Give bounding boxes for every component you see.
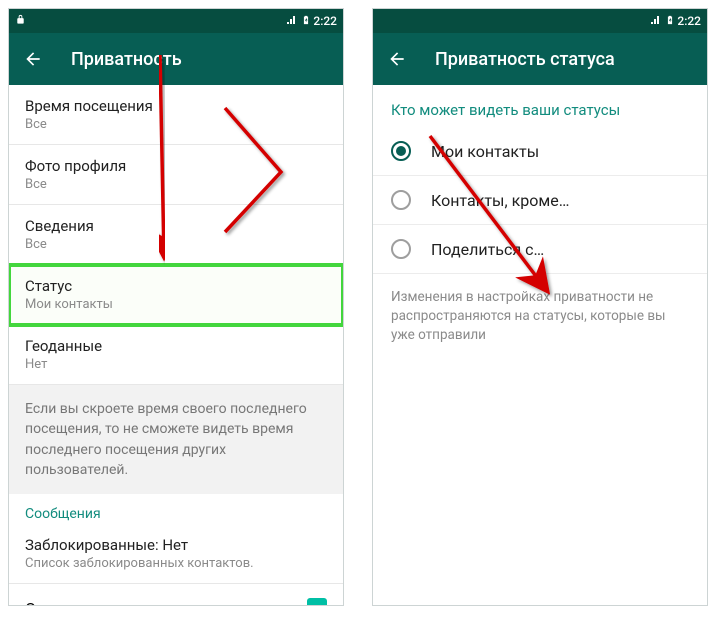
setting-value: Мои контакты — [25, 297, 327, 312]
signal-icon — [649, 14, 663, 29]
privacy-note: Изменения в настройках приватности не ра… — [373, 274, 707, 359]
checkbox-checked-icon[interactable] — [307, 598, 327, 606]
app-bar: Приватность — [9, 33, 343, 85]
setting-title: Отчеты о прочтении — [25, 599, 177, 606]
setting-row-last-seen[interactable]: Время посещения Все — [9, 85, 343, 145]
back-button[interactable] — [23, 49, 43, 69]
signal-icon — [285, 14, 299, 29]
option-my-contacts[interactable]: Мои контакты — [373, 127, 707, 176]
setting-title: Время посещения — [25, 97, 327, 115]
clock-time: 2:22 — [313, 14, 337, 28]
clock-time: 2:22 — [677, 14, 701, 28]
lock-icon — [15, 14, 26, 28]
setting-title: Фото профиля — [25, 157, 327, 175]
hint-text: Если вы скроете время своего последнего … — [9, 385, 343, 494]
app-bar: Приватность статуса — [373, 33, 707, 85]
setting-row-profile-photo[interactable]: Фото профиля Все — [9, 145, 343, 205]
setting-value: Все — [25, 237, 327, 252]
page-title: Приватность статуса — [435, 49, 615, 70]
option-contacts-except[interactable]: Контакты, кроме… — [373, 176, 707, 225]
setting-title: Заблокированные: Нет — [25, 536, 327, 554]
status-bar: 2:22 — [9, 9, 343, 33]
radio-unselected-icon — [391, 239, 411, 259]
setting-title: Сведения — [25, 217, 327, 235]
radio-selected-icon — [391, 141, 411, 161]
back-button[interactable] — [387, 49, 407, 69]
status-bar: 2:22 — [373, 9, 707, 33]
battery-icon — [301, 13, 311, 30]
option-label: Контакты, кроме… — [431, 191, 569, 210]
setting-row-status[interactable]: Статус Мои контакты — [9, 265, 343, 325]
option-label: Мои контакты — [431, 142, 539, 161]
section-header-messages: Сообщения — [9, 494, 343, 524]
setting-row-read-receipts[interactable]: Отчеты о прочтении — [9, 583, 343, 606]
status-privacy-screen: 2:22 Приватность статуса Кто может видет… — [372, 8, 708, 606]
setting-value: Список заблокированных контактов. — [25, 556, 327, 571]
section-header-who-can-see: Кто может видеть ваши статусы — [373, 85, 707, 127]
setting-value: Нет — [25, 357, 327, 372]
setting-row-live-location[interactable]: Геоданные Нет — [9, 325, 343, 385]
setting-title: Статус — [25, 277, 327, 295]
privacy-screen: 2:22 Приватность Время посещения Все Фот… — [8, 8, 344, 606]
radio-unselected-icon — [391, 190, 411, 210]
setting-value: Все — [25, 177, 327, 192]
setting-value: Все — [25, 117, 327, 132]
page-title: Приватность — [71, 49, 182, 70]
setting-title: Геоданные — [25, 337, 327, 355]
battery-icon — [665, 13, 675, 30]
setting-row-about[interactable]: Сведения Все — [9, 205, 343, 265]
setting-row-blocked[interactable]: Заблокированные: Нет Список заблокирован… — [9, 524, 343, 583]
option-label: Поделиться с… — [431, 240, 544, 259]
option-share-with[interactable]: Поделиться с… — [373, 225, 707, 274]
